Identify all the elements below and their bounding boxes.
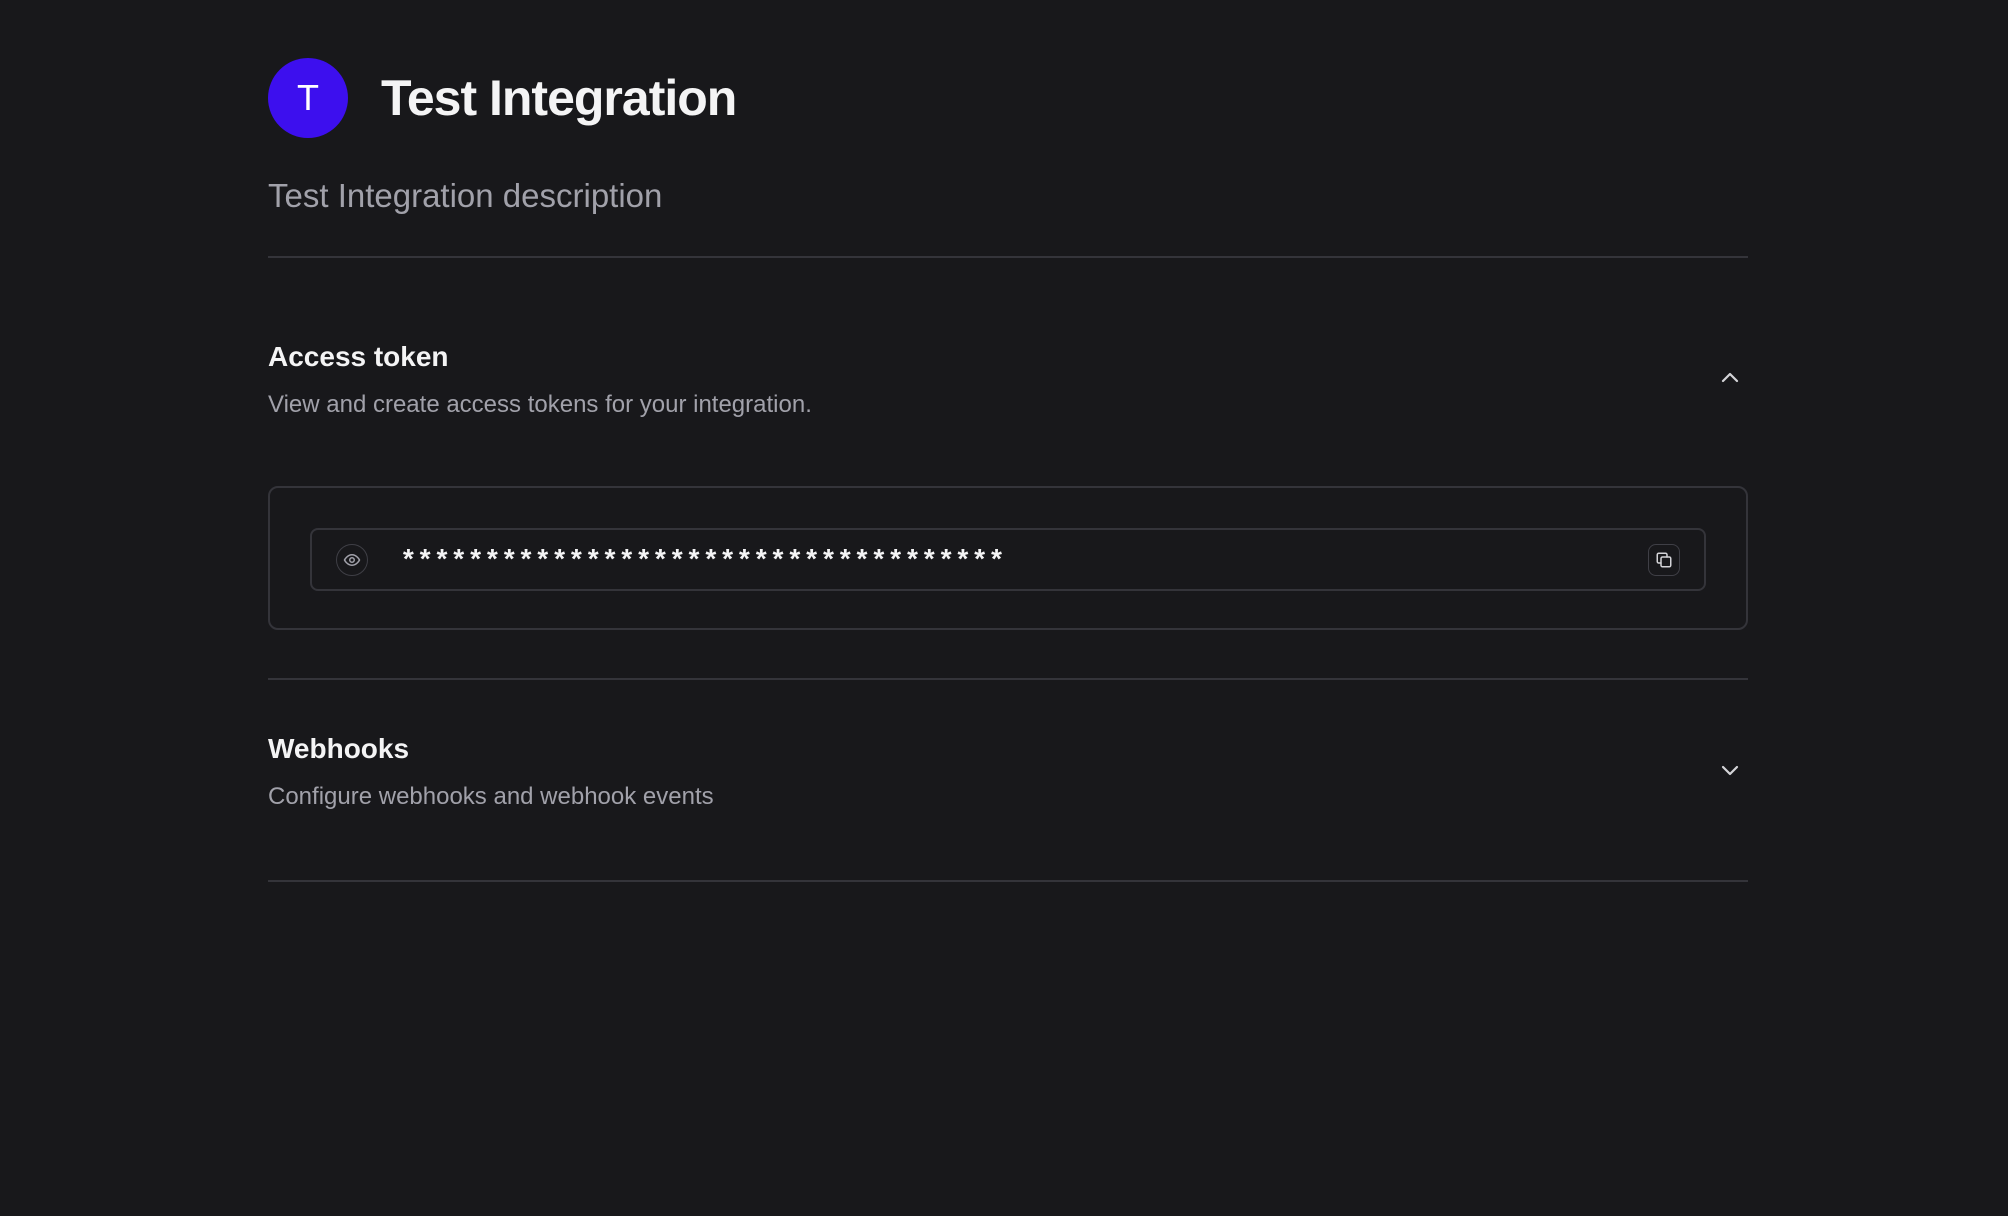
access-token-section: Access token View and create access toke… [268,258,1748,630]
webhooks-section: Webhooks Configure webhooks and webhook … [268,680,1748,832]
eye-icon [343,553,361,566]
chevron-down-icon [1721,765,1739,776]
webhooks-section-header[interactable]: Webhooks Configure webhooks and webhook … [268,732,1748,832]
token-card: ************************************ [268,486,1748,630]
access-token-value: ************************************ [400,547,1005,578]
chevron-up-icon [1721,372,1739,383]
integration-header: T Test Integration [268,58,1748,138]
integration-page: T Test Integration Test Integration desc… [268,0,1748,882]
collapse-access-token-button[interactable] [1712,360,1748,396]
section-subtitle: Configure webhooks and webhook events [268,783,714,810]
reveal-token-button[interactable] [336,543,368,576]
divider [268,880,1748,882]
page-description: Test Integration description [268,177,663,214]
section-title: Access token [268,341,449,372]
page-title: Test Integration [381,70,737,126]
copy-icon [1656,552,1672,567]
avatar-letter: T [297,77,319,118]
avatar: T [268,58,348,138]
section-subtitle: View and create access tokens for your i… [268,391,812,418]
copy-token-button[interactable] [1648,543,1680,576]
section-title: Webhooks [268,733,410,764]
access-token-section-header[interactable]: Access token View and create access toke… [268,340,1748,440]
access-token-field: ************************************ [310,528,1706,591]
expand-webhooks-button[interactable] [1712,752,1748,788]
